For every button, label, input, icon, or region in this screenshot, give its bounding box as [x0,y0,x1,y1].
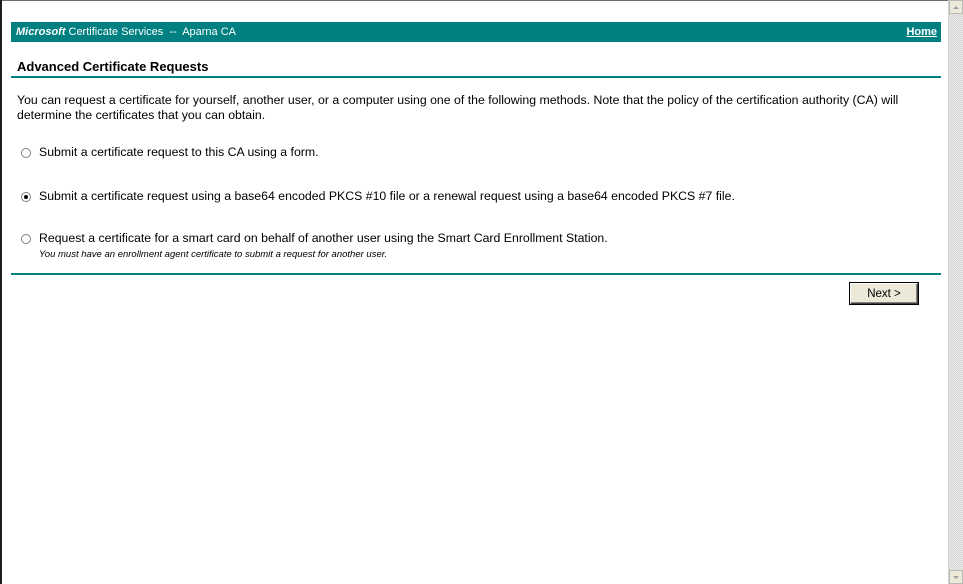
option-smartcard-request[interactable]: Request a certificate for a smart card o… [21,231,941,261]
header-title: Microsoft Certificate Services -- Aparna… [16,26,236,38]
radio-pkcs-request[interactable] [21,192,31,202]
option-label-pkcs-request: Submit a certificate request using a bas… [39,189,735,203]
button-row: Next > [11,275,941,315]
window-top-border [0,0,948,1]
option-smartcard-text: Request a certificate for a smart card o… [39,231,608,261]
brand-name: Microsoft [16,26,66,38]
option-label-smartcard-request: Request a certificate for a smart card o… [39,231,608,245]
arrow-down-icon [953,575,959,579]
radio-smartcard-request[interactable] [21,234,31,244]
option-pkcs-request[interactable]: Submit a certificate request using a bas… [21,189,941,204]
page-title: Advanced Certificate Requests [17,59,209,74]
header-bar: Microsoft Certificate Services -- Aparna… [11,22,941,42]
page-content: Microsoft Certificate Services -- Aparna… [11,22,941,315]
scroll-down-button[interactable] [949,570,963,584]
service-title: Certificate Services -- Aparna CA [68,26,237,38]
option-label-form-request: Submit a certificate request to this CA … [39,145,319,159]
home-link[interactable]: Home [906,26,937,38]
scroll-up-button[interactable] [949,0,963,14]
option-form-request[interactable]: Submit a certificate request to this CA … [21,145,941,160]
window-left-border [0,0,2,584]
vertical-scrollbar[interactable] [948,0,963,584]
browser-page: Microsoft Certificate Services -- Aparna… [0,0,963,584]
enrollment-agent-note: You must have an enrollment agent certif… [39,249,388,260]
radio-form-request[interactable] [21,148,31,158]
next-button[interactable]: Next > [850,283,918,304]
title-divider [11,76,941,78]
intro-text: You can request a certificate for yourse… [17,93,899,122]
arrow-up-icon [953,5,959,9]
